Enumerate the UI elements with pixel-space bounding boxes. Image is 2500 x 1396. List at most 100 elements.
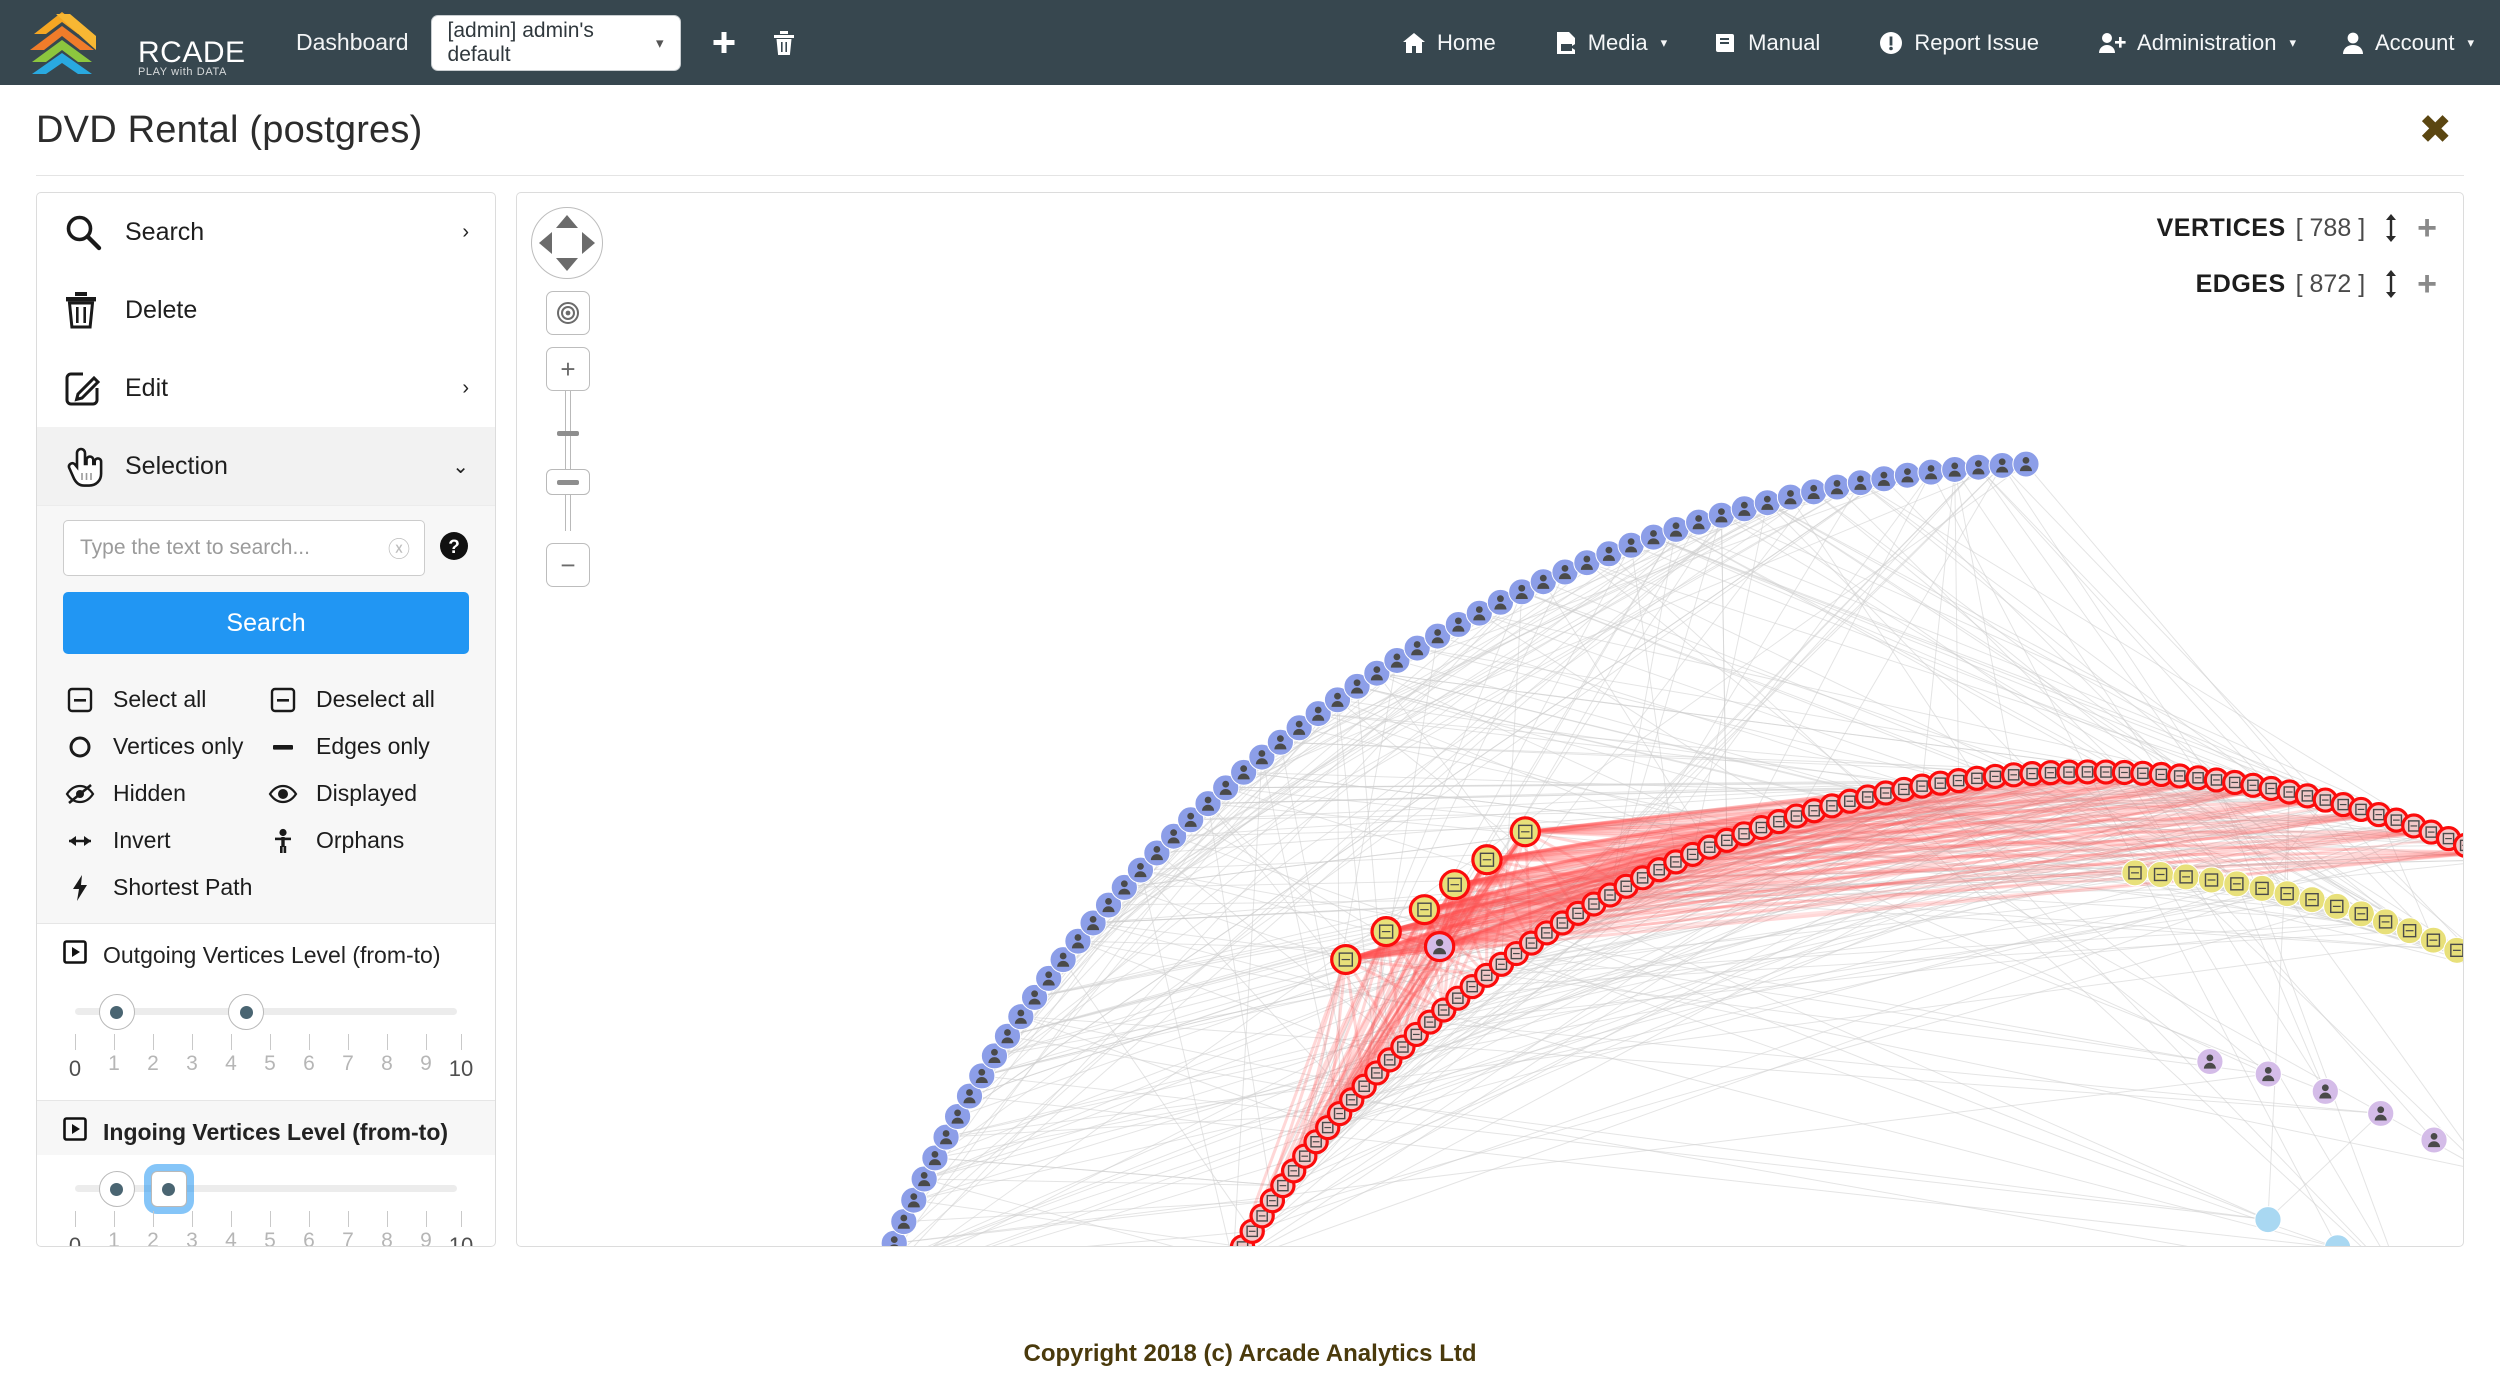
graph-visualization[interactable]: [517, 193, 2463, 1246]
option-displayed[interactable]: Displayed: [266, 770, 469, 817]
slider-handle-from[interactable]: [99, 994, 135, 1030]
pan-down-icon[interactable]: [556, 258, 578, 271]
zoom-slider-rail: [565, 391, 571, 531]
slider-outgoing-body[interactable]: 0 1 2 3 4 5 6 7 8 9 10: [37, 978, 495, 1100]
hand-pointer-icon: [63, 445, 125, 487]
nav-label-administration: Administration: [2137, 30, 2276, 56]
pan-left-icon[interactable]: [539, 232, 552, 254]
brand-name: RCADE: [138, 40, 246, 66]
slider-ingoing-header: Ingoing Vertices Level (from-to): [37, 1101, 495, 1155]
tick-label: 4: [225, 1229, 237, 1247]
user-plus-icon: [2098, 31, 2126, 55]
tick-label: 1: [108, 1052, 120, 1076]
circle-icon: [63, 735, 97, 759]
dashboard-selector[interactable]: [admin] admin's default ▾: [431, 15, 681, 71]
sidebar-item-search[interactable]: Search ›: [37, 193, 495, 271]
page-title: DVD Rental (postgres): [36, 109, 422, 152]
sidebar-item-delete[interactable]: Delete: [37, 271, 495, 349]
zoom-in-button[interactable]: +: [546, 347, 590, 391]
zoom-out-button[interactable]: −: [546, 543, 590, 587]
option-label: Invert: [113, 827, 171, 854]
option-select-all[interactable]: Select all: [63, 676, 266, 723]
slider-outgoing-scale: 0 1 2 3 4 5 6 7 8 9 10: [67, 1034, 465, 1086]
brand-logo[interactable]: RCADE PLAY with DATA: [26, 8, 256, 78]
user-icon: [2342, 31, 2364, 55]
slider-outgoing-header: Outgoing Vertices Level (from-to): [37, 924, 495, 978]
tick-label: 5: [264, 1052, 276, 1076]
zoom-slider[interactable]: [546, 391, 590, 531]
slider-outgoing-label: Outgoing Vertices Level (from-to): [103, 942, 440, 969]
legend-count-vertices: [ 788 ]: [2296, 214, 2366, 243]
add-edge-button[interactable]: +: [2417, 272, 2437, 296]
slider-outgoing-vertices: Outgoing Vertices Level (from-to) 0 1 2 …: [37, 923, 495, 1100]
magnifier-icon: [63, 212, 125, 252]
play-square-icon: [63, 940, 87, 970]
slider-handle-to[interactable]: [228, 994, 264, 1030]
updown-arrow-icon[interactable]: [2383, 213, 2399, 243]
minus-square-icon: [266, 687, 300, 713]
arcade-logo-mark: [26, 8, 138, 78]
chevron-down-icon: ▾: [2289, 35, 2296, 51]
eye-icon: [266, 782, 300, 806]
option-label: Edges only: [316, 733, 430, 760]
dashboard-selected-value: [admin] admin's default: [448, 19, 656, 67]
option-hidden[interactable]: Hidden: [63, 770, 266, 817]
graph-legend: VERTICES [ 788 ] + EDGES [ 872 ] +: [2157, 213, 2437, 325]
nav-item-account[interactable]: Account ▾: [2342, 30, 2474, 56]
tick-label: 1: [108, 1229, 120, 1247]
add-vertex-button[interactable]: +: [2417, 216, 2437, 240]
svg-text:?: ?: [448, 537, 460, 558]
tools-sidebar: Search › Delete Edit › Selection ⌄: [36, 192, 496, 1247]
selection-search-line: ⓧ ?: [63, 520, 469, 576]
sidebar-item-selection[interactable]: Selection ⌄: [37, 427, 495, 505]
option-vertices-only[interactable]: Vertices only: [63, 723, 266, 770]
plus-icon: [711, 30, 737, 56]
search-input[interactable]: [78, 535, 388, 561]
trash-icon: [772, 30, 796, 56]
pan-right-icon[interactable]: [582, 232, 595, 254]
slider-handle-from[interactable]: [99, 1171, 135, 1207]
minus-icon: [266, 735, 300, 759]
add-dashboard-button[interactable]: [707, 26, 741, 60]
zoom-slider-handle[interactable]: [546, 469, 590, 495]
minus-square-icon: [63, 687, 97, 713]
chevron-down-icon: ▾: [2467, 35, 2474, 51]
selection-panel: ⓧ ? Search Select all: [37, 505, 495, 923]
option-orphans[interactable]: Orphans: [266, 817, 469, 864]
sidebar-item-edit[interactable]: Edit ›: [37, 349, 495, 427]
chevron-right-icon: ›: [462, 377, 469, 400]
slider-ingoing-body[interactable]: 0 1 2 3 4 5 6 7 8 9 10: [37, 1155, 495, 1247]
close-icon[interactable]: ✖: [2418, 110, 2464, 150]
center-target-icon[interactable]: [546, 291, 590, 335]
selection-options-grid: Select all Deselect all Vertices only: [63, 676, 469, 917]
option-shortest-path[interactable]: Shortest Path: [63, 864, 266, 911]
tick-label: 9: [420, 1229, 432, 1247]
slider-handle-to[interactable]: [151, 1171, 187, 1207]
option-invert[interactable]: Invert: [63, 817, 266, 864]
nav-label-manual: Manual: [1748, 30, 1820, 56]
nav-item-report-issue[interactable]: Report Issue: [1879, 30, 2052, 56]
tick-label: 5: [264, 1229, 276, 1247]
option-edges-only[interactable]: Edges only: [266, 723, 469, 770]
search-button[interactable]: Search: [63, 592, 469, 654]
nav-item-media[interactable]: Media ▾: [1555, 30, 1667, 56]
slider-ingoing-label: Ingoing Vertices Level (from-to): [103, 1119, 448, 1146]
exclamation-circle-icon: [1879, 31, 1903, 55]
delete-dashboard-button[interactable]: [767, 26, 801, 60]
top-navbar: RCADE PLAY with DATA Dashboard [admin] a…: [0, 0, 2500, 85]
clear-circle-icon[interactable]: ⓧ: [388, 532, 410, 564]
nav-item-administration[interactable]: Administration ▾: [2098, 30, 2296, 56]
nav-item-manual[interactable]: Manual: [1713, 30, 1833, 56]
nav-item-home[interactable]: Home: [1402, 30, 1509, 56]
pan-up-icon[interactable]: [556, 215, 578, 228]
question-circle-icon[interactable]: ?: [439, 531, 469, 566]
pan-compass-control[interactable]: [531, 207, 603, 279]
search-input-wrapper[interactable]: ⓧ: [63, 520, 425, 576]
option-deselect-all[interactable]: Deselect all: [266, 676, 469, 723]
updown-arrow-icon[interactable]: [2383, 269, 2399, 299]
graph-canvas-panel[interactable]: + − VERTICES [ 788 ] + EDGES [ 872 ]: [516, 192, 2464, 1247]
graph-zoom-controls: + −: [531, 207, 605, 587]
page-titlebar: DVD Rental (postgres) ✖: [0, 85, 2500, 175]
legend-row-edges: EDGES [ 872 ] +: [2157, 269, 2437, 299]
nav-links: Home Media ▾ Manual Report Issue: [1356, 30, 2474, 56]
